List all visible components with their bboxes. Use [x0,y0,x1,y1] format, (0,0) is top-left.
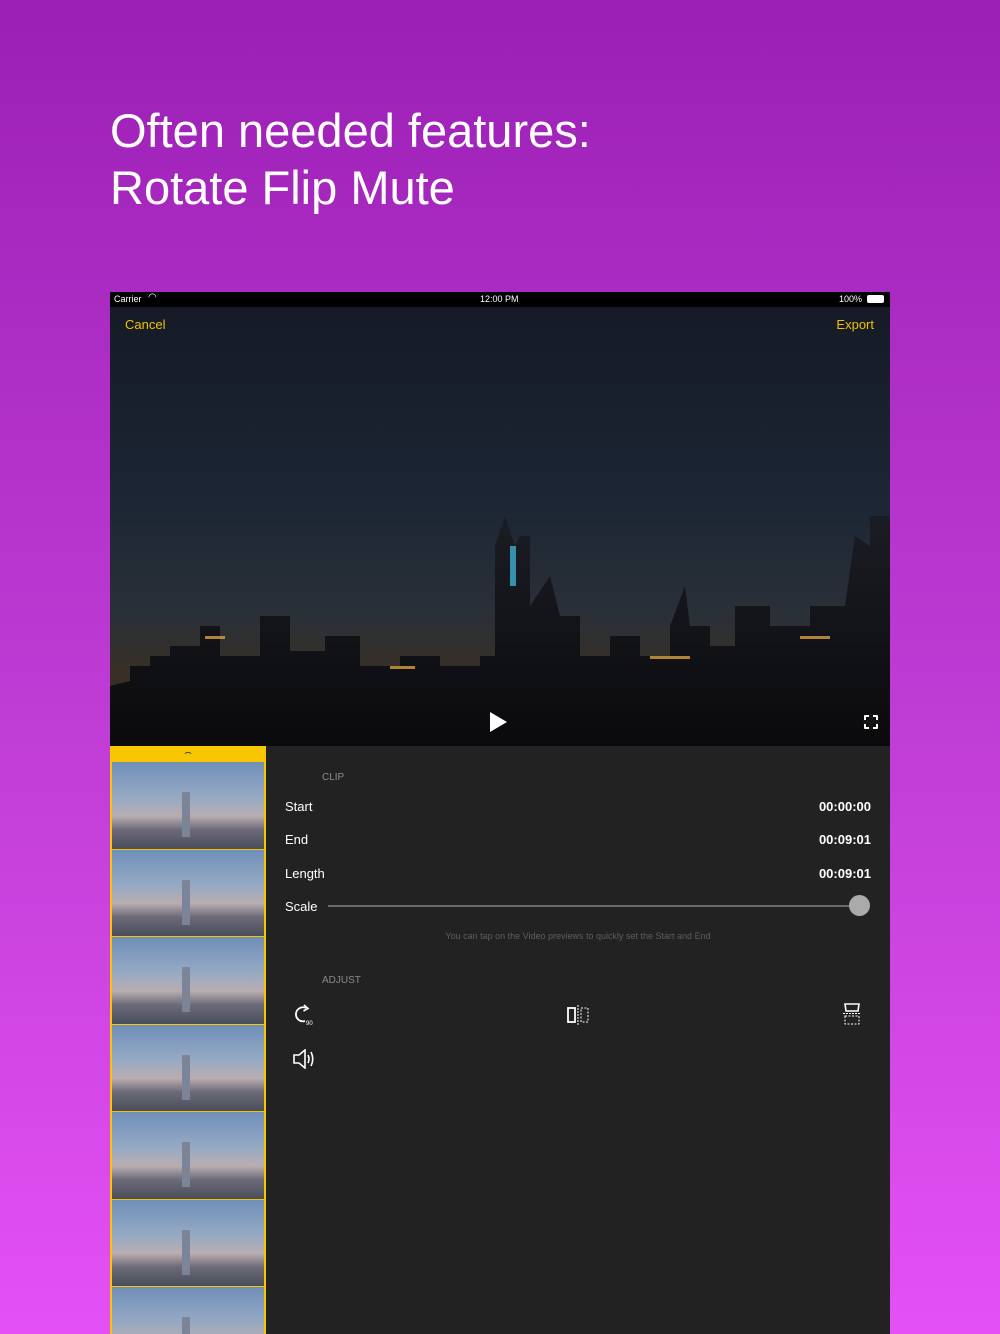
thumbnail-strip[interactable]: ⌢ [110,746,266,1334]
end-label: End [285,832,309,847]
flip-vertical-icon[interactable] [843,1003,861,1025]
cancel-button[interactable]: Cancel [125,317,165,332]
rotate-icon[interactable]: 90 [292,1004,316,1026]
collapse-chevron-icon[interactable]: ⌢ [112,746,264,762]
edit-panel: CLIP Start 00:00:00 End 00:09:01 Length 00:… [266,746,890,1334]
video-thumbnail[interactable] [112,849,264,937]
clip-section-header: CLIP [322,772,345,783]
battery-icon [867,295,884,303]
clock: 12:00 PM [480,294,519,304]
video-thumbnail[interactable] [112,1024,264,1112]
scale-slider[interactable] [328,895,870,916]
end-row[interactable]: End 00:09:01 [285,832,871,847]
headline: Often needed features: Rotate Flip Mute [110,102,591,216]
video-thumbnail[interactable] [112,937,264,1025]
rotate-badge: 90 [306,1021,313,1026]
play-icon[interactable] [490,712,507,732]
video-thumbnail[interactable] [112,1199,264,1287]
device-screen: Carrier ◠ 12:00 PM 100% Cancel Export ⌢ … [110,292,890,1334]
carrier: Carrier [114,294,142,304]
volume-mute-toggle-icon[interactable] [293,1049,315,1069]
fullscreen-icon[interactable] [863,714,879,730]
scale-slider-knob[interactable] [849,895,870,916]
status-bar: Carrier ◠ 12:00 PM 100% [110,292,890,307]
end-value: 00:09:01 [818,832,871,847]
video-thumbnail[interactable] [112,1112,264,1200]
export-button[interactable]: Export [836,317,874,332]
start-row[interactable]: Start 00:00:00 [285,799,871,814]
length-label: Length [285,866,325,881]
video-thumbnail[interactable] [112,762,264,850]
headline-line-1: Often needed features: [110,104,591,157]
headline-line-2: Rotate Flip Mute [110,161,455,214]
length-value: 00:09:01 [818,866,871,881]
length-row: Length 00:09:01 [285,866,871,881]
flip-horizontal-icon[interactable] [567,1005,589,1025]
start-value: 00:00:00 [818,799,871,814]
wifi-icon: ◠ [148,292,157,303]
video-thumbnail[interactable] [112,1287,264,1334]
battery-percent: 100% [838,294,862,304]
video-preview[interactable]: Cancel Export [110,307,890,746]
hint-text: You can tap on the Video previews to qui… [445,931,711,941]
scale-label: Scale [285,899,318,914]
start-label: Start [285,799,313,814]
adjust-section-header: ADJUST [322,975,361,986]
